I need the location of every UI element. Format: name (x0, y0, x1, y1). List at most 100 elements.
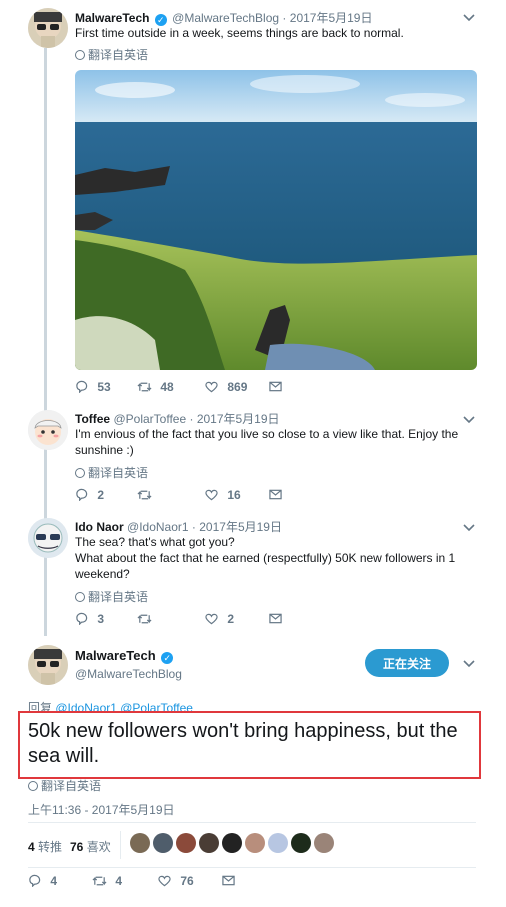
liker-avatar[interactable] (314, 833, 334, 853)
like-action[interactable]: 869 (205, 380, 247, 394)
retweet-icon (92, 876, 107, 886)
translate-label: 翻译自英语 (41, 779, 102, 793)
verified-icon: ✓ (161, 652, 174, 664)
like-stat-count: 76 (70, 840, 84, 854)
reply-icon (29, 874, 41, 888)
tweet-time[interactable]: 2017年5月19日 (199, 520, 282, 534)
reply-action[interactable]: 3 (75, 612, 104, 626)
tweet-text-line-2: What about the fact that he earned (resp… (75, 551, 456, 581)
translate-label: 翻译自英语 (88, 48, 149, 62)
liker-avatar[interactable] (291, 833, 311, 853)
separator-dot: · (189, 412, 194, 426)
retweet-action[interactable]: 4 (92, 874, 122, 888)
retweet-icon (137, 382, 152, 392)
display-name[interactable]: Ido Naor (75, 520, 124, 534)
retweet-icon (137, 614, 152, 624)
reply-action[interactable]: 53 (75, 380, 111, 394)
translate-link[interactable]: 翻译自英语 (28, 777, 101, 794)
like-action[interactable]: 16 (205, 488, 241, 502)
liker-avatar[interactable] (176, 833, 196, 853)
translate-link[interactable]: 翻译自英语 (75, 588, 148, 605)
avatar[interactable] (28, 645, 68, 685)
reply-icon (76, 488, 88, 502)
dm-action[interactable] (269, 380, 282, 394)
retweet-count: 48 (160, 380, 174, 394)
reply-count: 53 (97, 380, 111, 394)
like-count: 869 (227, 380, 248, 394)
envelope-icon (269, 613, 282, 624)
like-action[interactable]: 76 (158, 874, 194, 888)
tweet-time[interactable]: 2017年5月19日 (290, 11, 373, 25)
display-name[interactable]: Toffee (75, 412, 110, 426)
reply-action[interactable]: 4 (28, 874, 57, 888)
retweet-icon (137, 490, 152, 500)
reply-count: 2 (97, 488, 105, 502)
retweet-action[interactable] (137, 612, 152, 626)
reply-icon (76, 380, 88, 394)
tweet-photo[interactable] (75, 70, 477, 370)
heart-icon (205, 489, 218, 501)
envelope-icon (269, 381, 282, 392)
avatar[interactable] (28, 410, 68, 450)
translate-label: 翻译自英语 (88, 466, 149, 480)
like-count: 16 (227, 488, 241, 502)
user-handle[interactable]: @MalwareTechBlog (75, 667, 182, 681)
globe-icon (75, 592, 85, 602)
reply-icon (76, 612, 88, 626)
chevron-down-icon[interactable] (462, 521, 476, 535)
reply-count: 3 (97, 612, 105, 626)
translate-link[interactable]: 翻译自英语 (75, 464, 148, 481)
reply-count: 4 (50, 874, 58, 888)
display-name[interactable]: MalwareTech (75, 648, 156, 663)
following-button[interactable]: 正在关注 (365, 649, 449, 677)
globe-icon (75, 50, 85, 60)
dm-action[interactable] (222, 874, 235, 888)
retweet-action[interactable] (137, 488, 152, 502)
retweet-action[interactable]: 48 (137, 380, 174, 394)
like-stat[interactable]: 76 喜欢 (70, 838, 111, 855)
tweet-text: First time outside in a week, seems thin… (75, 26, 404, 40)
avatar[interactable] (28, 8, 68, 48)
translate-link[interactable]: 翻译自英语 (75, 46, 148, 63)
heart-icon (205, 381, 218, 393)
like-stat-label: 喜欢 (86, 840, 111, 854)
retweet-stat[interactable]: 4 转推 (28, 838, 62, 855)
chevron-down-icon[interactable] (462, 413, 476, 427)
liker-avatar[interactable] (153, 833, 173, 853)
user-handle[interactable]: @PolarToffee (113, 412, 186, 426)
tweet-text: I'm envious of the fact that you live so… (75, 427, 459, 457)
liker-avatar[interactable] (268, 833, 288, 853)
reply-action[interactable]: 2 (75, 488, 104, 502)
stats-divider (120, 831, 121, 859)
liker-avatar[interactable] (222, 833, 242, 853)
tweet-header: Toffee @PolarToffee · 2017年5月19日 (75, 410, 280, 427)
tweet-header: Ido Naor @IdoNaor1 · 2017年5月19日 (75, 518, 282, 535)
focused-tweet-name-row: MalwareTech ✓ (75, 648, 175, 664)
separator-dot: · (282, 11, 287, 25)
retweet-stat-label: 转推 (38, 840, 63, 854)
user-handle[interactable]: @MalwareTechBlog (172, 11, 279, 25)
tweet-timestamp[interactable]: 上午11:36 - 2017年5月19日 (28, 801, 175, 818)
dm-action[interactable] (269, 488, 282, 502)
retweet-stat-count: 4 (28, 840, 35, 854)
tweet-time[interactable]: 2017年5月19日 (197, 412, 280, 426)
heart-icon (158, 875, 171, 887)
liker-avatar[interactable] (245, 833, 265, 853)
separator-dot: · (191, 520, 196, 534)
display-name[interactable]: MalwareTech (75, 11, 149, 25)
chevron-down-icon[interactable] (462, 11, 476, 25)
translate-label: 翻译自英语 (88, 590, 149, 604)
user-handle[interactable]: @IdoNaor1 (127, 520, 189, 534)
like-action[interactable]: 2 (205, 612, 234, 626)
chevron-down-icon[interactable] (462, 657, 476, 671)
liker-avatar[interactable] (199, 833, 219, 853)
tweet-header: MalwareTech ✓ @MalwareTechBlog · 2017年5月… (75, 9, 372, 26)
like-count: 2 (227, 612, 235, 626)
globe-icon (75, 468, 85, 478)
heart-icon (205, 613, 218, 625)
liker-avatar[interactable] (130, 833, 150, 853)
envelope-icon (269, 489, 282, 500)
avatar[interactable] (28, 518, 68, 558)
focused-tweet-handle-row: @MalwareTechBlog (75, 667, 182, 681)
dm-action[interactable] (269, 612, 282, 626)
